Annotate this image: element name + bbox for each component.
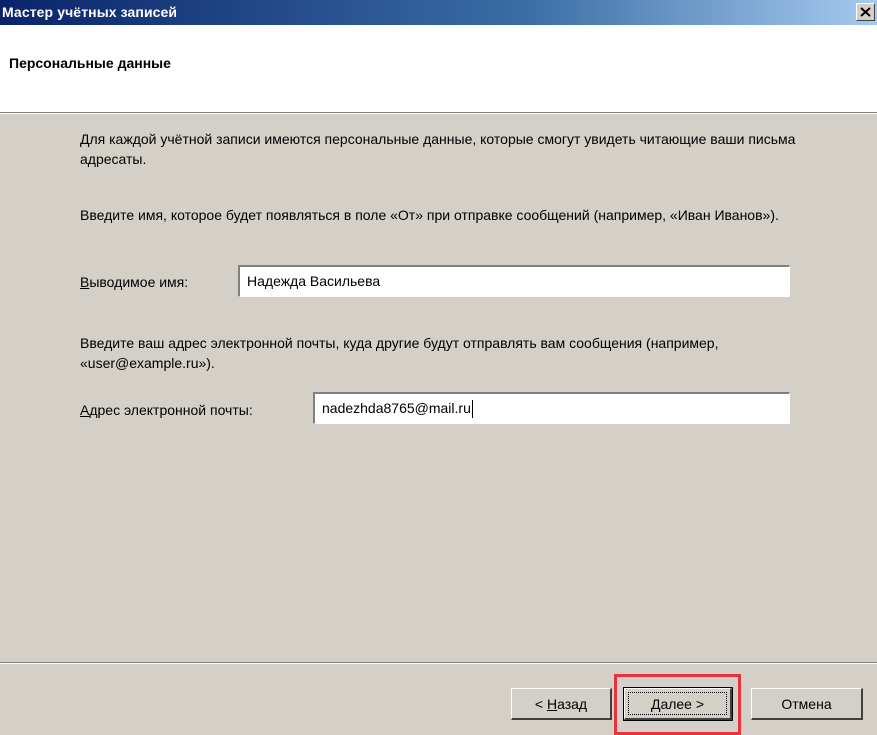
page-title: Персональные данные xyxy=(9,55,171,71)
back-button-accel: Н xyxy=(546,695,558,712)
intro-text: Для каждой учётной записи имеются персон… xyxy=(80,131,796,167)
footer-divider xyxy=(0,662,877,664)
name-hint-text: Введите имя, которое будет появляться в … xyxy=(80,207,779,223)
email-label-accel: А xyxy=(80,402,90,418)
wizard-header: Персональные данные xyxy=(0,25,877,112)
cancel-button[interactable]: Отмена xyxy=(751,688,863,720)
email-label: Адрес электронной почты: xyxy=(80,402,253,418)
email-label-rest: дрес электронной почты: xyxy=(89,402,253,418)
window-title: Мастер учётных записей xyxy=(2,4,178,20)
next-button[interactable]: Далее > xyxy=(623,687,733,721)
close-button[interactable] xyxy=(856,3,875,21)
close-icon xyxy=(860,7,871,17)
display-name-label-rest: ыводимое имя: xyxy=(89,274,189,290)
wizard-content: Для каждой учётной записи имеются персон… xyxy=(0,114,877,662)
next-button-accel: Д xyxy=(650,695,661,712)
back-button[interactable]: < Назад xyxy=(511,688,612,720)
back-button-prefix: < xyxy=(534,695,547,712)
email-input[interactable]: nadezhda8765@mail.ru xyxy=(313,392,790,424)
display-name-input[interactable]: Надежда Васильева xyxy=(238,265,790,297)
title-bar: Мастер учётных записей xyxy=(0,0,877,25)
email-hint-text: Введите ваш адрес электронной почты, куд… xyxy=(80,335,719,371)
next-button-label: алее > xyxy=(660,695,705,712)
display-name-label-accel: В xyxy=(80,274,90,290)
back-button-label: азад xyxy=(557,695,588,712)
text-caret xyxy=(471,400,473,419)
display-name-label: Выводимое имя: xyxy=(80,274,188,290)
display-name-value: Надежда Васильева xyxy=(247,273,381,289)
cancel-button-label: Отмена xyxy=(781,695,832,712)
email-value: nadezhda8765@mail.ru xyxy=(322,400,471,416)
